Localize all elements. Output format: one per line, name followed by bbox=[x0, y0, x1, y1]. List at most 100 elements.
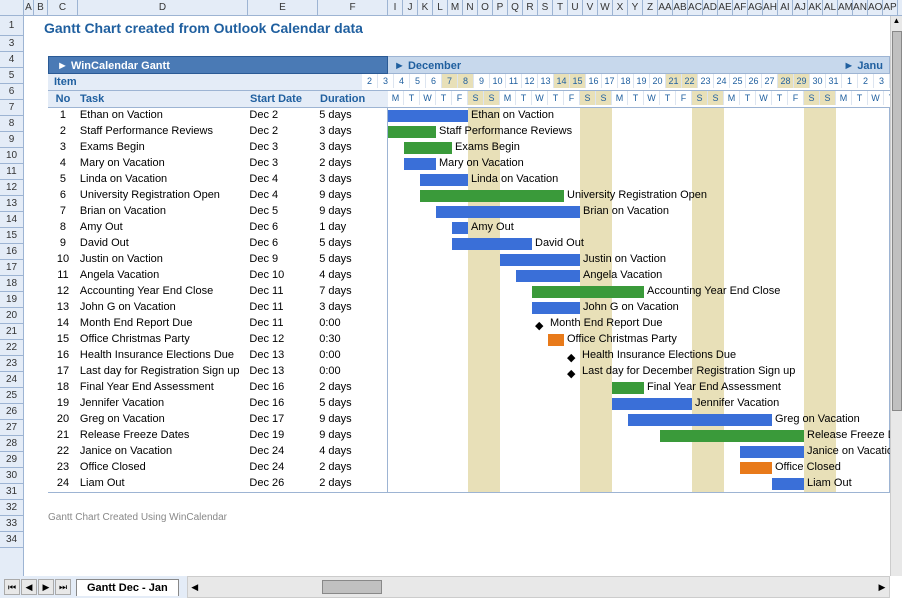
row-32[interactable]: 32 bbox=[0, 500, 23, 516]
table-row[interactable]: 18Final Year End AssessmentDec 162 daysF… bbox=[48, 380, 889, 396]
row-11[interactable]: 11 bbox=[0, 164, 23, 180]
row-25[interactable]: 25 bbox=[0, 388, 23, 404]
col-T[interactable]: T bbox=[553, 0, 568, 15]
row-12[interactable]: 12 bbox=[0, 180, 23, 196]
col-AP[interactable]: AP bbox=[883, 0, 898, 15]
row-28[interactable]: 28 bbox=[0, 436, 23, 452]
table-row[interactable]: 23Office ClosedDec 242 daysOffice Closed bbox=[48, 460, 889, 476]
row-29[interactable]: 29 bbox=[0, 452, 23, 468]
row-31[interactable]: 31 bbox=[0, 484, 23, 500]
col-AM[interactable]: AM bbox=[838, 0, 853, 15]
row-30[interactable]: 30 bbox=[0, 468, 23, 484]
row-33[interactable]: 33 bbox=[0, 516, 23, 532]
row-24[interactable]: 24 bbox=[0, 372, 23, 388]
tab-first-icon[interactable]: ⏮ bbox=[4, 579, 20, 595]
table-row[interactable]: 12Accounting Year End CloseDec 117 daysA… bbox=[48, 284, 889, 300]
col-O[interactable]: O bbox=[478, 0, 493, 15]
table-row[interactable]: 20Greg on VacationDec 179 daysGreg on Va… bbox=[48, 412, 889, 428]
table-row[interactable]: 13John G on VacationDec 113 daysJohn G o… bbox=[48, 300, 889, 316]
col-AO[interactable]: AO bbox=[868, 0, 883, 15]
col-L[interactable]: L bbox=[433, 0, 448, 15]
table-row[interactable]: 11Angela VacationDec 104 daysAngela Vaca… bbox=[48, 268, 889, 284]
table-row[interactable]: 9David OutDec 65 daysDavid Out bbox=[48, 236, 889, 252]
col-AH[interactable]: AH bbox=[763, 0, 778, 15]
table-row[interactable]: 4Mary on VacationDec 32 daysMary on Vaca… bbox=[48, 156, 889, 172]
table-row[interactable]: 3Exams BeginDec 33 daysExams Begin bbox=[48, 140, 889, 156]
row-8[interactable]: 8 bbox=[0, 116, 23, 132]
col-AF[interactable]: AF bbox=[733, 0, 748, 15]
table-row[interactable]: 7Brian on VacationDec 59 daysBrian on Va… bbox=[48, 204, 889, 220]
table-row[interactable]: 17Last day for Registration Sign upDec 1… bbox=[48, 364, 889, 380]
horizontal-scrollbar[interactable]: ◀ ▶ bbox=[187, 576, 890, 598]
row-21[interactable]: 21 bbox=[0, 324, 23, 340]
table-row[interactable]: 1Ethan on VactionDec 25 daysEthan on Vac… bbox=[48, 108, 889, 124]
col-AK[interactable]: AK bbox=[808, 0, 823, 15]
col-J[interactable]: J bbox=[403, 0, 418, 15]
col-AJ[interactable]: AJ bbox=[793, 0, 808, 15]
row-4[interactable]: 4 bbox=[0, 52, 23, 68]
col-R[interactable]: R bbox=[523, 0, 538, 15]
col-AG[interactable]: AG bbox=[748, 0, 763, 15]
row-22[interactable]: 22 bbox=[0, 340, 23, 356]
col-C[interactable]: C bbox=[48, 0, 78, 15]
row-34[interactable]: 34 bbox=[0, 532, 23, 548]
col-AB[interactable]: AB bbox=[673, 0, 688, 15]
col-M[interactable]: M bbox=[448, 0, 463, 15]
col-K[interactable]: K bbox=[418, 0, 433, 15]
col-P[interactable]: P bbox=[493, 0, 508, 15]
row-16[interactable]: 16 bbox=[0, 244, 23, 260]
table-row[interactable]: 10Justin on VactionDec 95 daysJustin on … bbox=[48, 252, 889, 268]
col-AD[interactable]: AD bbox=[703, 0, 718, 15]
col-I[interactable]: I bbox=[388, 0, 403, 15]
col-Z[interactable]: Z bbox=[643, 0, 658, 15]
table-row[interactable]: 21Release Freeze DatesDec 199 daysReleas… bbox=[48, 428, 889, 444]
col-S[interactable]: S bbox=[538, 0, 553, 15]
table-row[interactable]: 24Liam OutDec 262 daysLiam Out bbox=[48, 476, 889, 492]
table-row[interactable]: 5Linda on VacationDec 43 daysLinda on Va… bbox=[48, 172, 889, 188]
tab-next-icon[interactable]: ▶ bbox=[38, 579, 54, 595]
table-row[interactable]: 8Amy OutDec 61 dayAmy Out bbox=[48, 220, 889, 236]
col-F[interactable]: F bbox=[318, 0, 388, 15]
table-row[interactable]: 15Office Christmas PartyDec 120:30Office… bbox=[48, 332, 889, 348]
table-row[interactable]: 19Jennifer VacationDec 165 daysJennifer … bbox=[48, 396, 889, 412]
row-3[interactable]: 3 bbox=[0, 36, 23, 52]
row-17[interactable]: 17 bbox=[0, 260, 23, 276]
col-X[interactable]: X bbox=[613, 0, 628, 15]
row-14[interactable]: 14 bbox=[0, 212, 23, 228]
table-row[interactable]: 22Janice on VacationDec 244 daysJanice o… bbox=[48, 444, 889, 460]
col-Q[interactable]: Q bbox=[508, 0, 523, 15]
row-1[interactable]: 1 bbox=[0, 16, 23, 36]
col-D[interactable]: D bbox=[78, 0, 248, 15]
col-AA[interactable]: AA bbox=[658, 0, 673, 15]
col-AN[interactable]: AN bbox=[853, 0, 868, 15]
row-10[interactable]: 10 bbox=[0, 148, 23, 164]
col-AI[interactable]: AI bbox=[778, 0, 793, 15]
table-row[interactable]: 2Staff Performance ReviewsDec 23 daysSta… bbox=[48, 124, 889, 140]
table-row[interactable]: 16Health Insurance Elections DueDec 130:… bbox=[48, 348, 889, 364]
row-7[interactable]: 7 bbox=[0, 100, 23, 116]
tab-last-icon[interactable]: ⏭ bbox=[55, 579, 71, 595]
row-15[interactable]: 15 bbox=[0, 228, 23, 244]
col-B[interactable]: B bbox=[34, 0, 48, 15]
row-5[interactable]: 5 bbox=[0, 68, 23, 84]
row-6[interactable]: 6 bbox=[0, 84, 23, 100]
col-V[interactable]: V bbox=[583, 0, 598, 15]
col-AE[interactable]: AE bbox=[718, 0, 733, 15]
vertical-scrollbar[interactable]: ▲ bbox=[890, 16, 902, 576]
row-13[interactable]: 13 bbox=[0, 196, 23, 212]
row-27[interactable]: 27 bbox=[0, 420, 23, 436]
row-9[interactable]: 9 bbox=[0, 132, 23, 148]
row-19[interactable]: 19 bbox=[0, 292, 23, 308]
col-AL[interactable]: AL bbox=[823, 0, 838, 15]
col-Y[interactable]: Y bbox=[628, 0, 643, 15]
row-20[interactable]: 20 bbox=[0, 308, 23, 324]
table-row[interactable]: 6University Registration OpenDec 49 days… bbox=[48, 188, 889, 204]
row-26[interactable]: 26 bbox=[0, 404, 23, 420]
tab-prev-icon[interactable]: ◀ bbox=[21, 579, 37, 595]
col-N[interactable]: N bbox=[463, 0, 478, 15]
col-A[interactable]: A bbox=[24, 0, 34, 15]
row-23[interactable]: 23 bbox=[0, 356, 23, 372]
col-AC[interactable]: AC bbox=[688, 0, 703, 15]
table-row[interactable]: 14Month End Report DueDec 110:00◆Month E… bbox=[48, 316, 889, 332]
col-W[interactable]: W bbox=[598, 0, 613, 15]
